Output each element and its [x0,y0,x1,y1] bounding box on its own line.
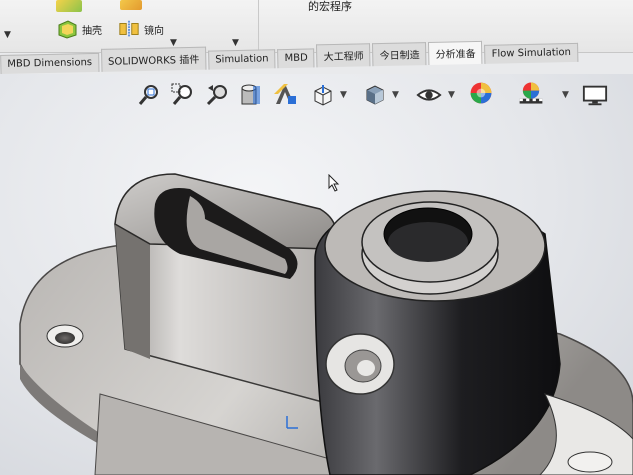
graphics-area[interactable]: ▼ ▼ ▼ ▼ [0,74,633,475]
mirror-label: 镜向 [144,25,164,37]
tab-mbd[interactable]: MBD [277,48,315,69]
tab-solidworks-addins[interactable]: SOLIDWORKS 插件 [100,46,207,72]
coordinate-triad-icon [286,416,298,429]
tab-mbd-dimensions[interactable]: MBD Dimensions [0,52,100,74]
mirror-button[interactable]: 镜向 [118,19,164,39]
tab-analysis-prep[interactable]: 分析准备 [428,40,483,66]
tab-simulation[interactable]: Simulation [208,49,276,70]
mouse-cursor-icon [328,174,340,192]
ribbon-caret-icon[interactable]: ▼ [4,30,11,40]
feature-icon [56,0,82,12]
tab-flow-simulation[interactable]: Flow Simulation [484,42,579,64]
ribbon-feature-button-2[interactable] [120,0,142,10]
shell-button[interactable]: 抽壳 [56,19,102,39]
shell-label: 抽壳 [82,25,102,37]
part-model[interactable] [0,74,633,475]
shell-icon [58,20,77,39]
mirror-icon [119,20,139,38]
tab-today-manufacturing[interactable]: 今日制造 [372,42,427,67]
ribbon-feature-button[interactable] [56,0,82,12]
feature-icon-2 [120,0,142,10]
tab-engineer[interactable]: 大工程师 [316,43,371,68]
macro-sequence-label: 的宏程序 [308,0,352,13]
